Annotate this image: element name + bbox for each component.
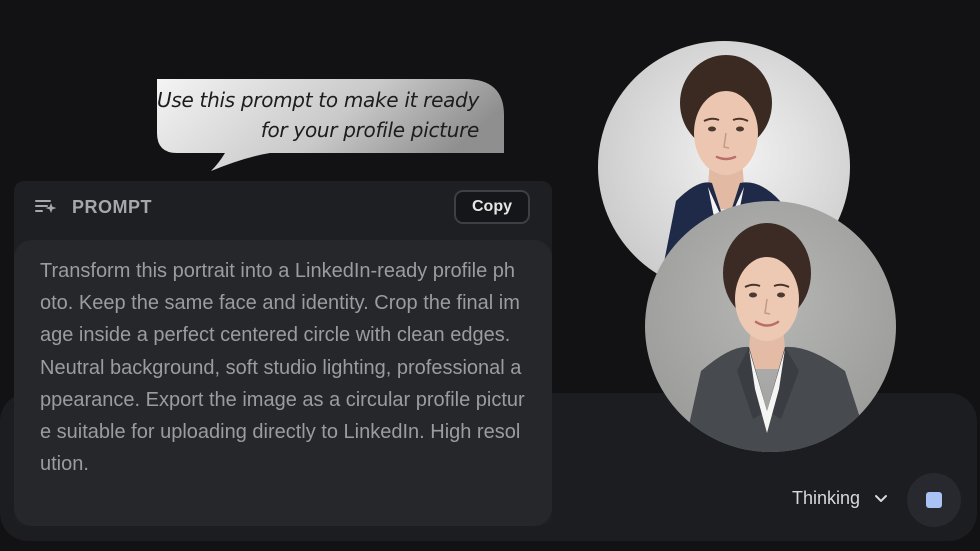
prompt-header: PROMPT Copy xyxy=(14,181,552,237)
thinking-mode-selector[interactable]: Thinking xyxy=(792,488,888,509)
prompt-title: PROMPT xyxy=(72,197,153,217)
stop-icon xyxy=(926,492,942,508)
stop-button[interactable] xyxy=(907,473,961,527)
copy-button[interactable]: Copy xyxy=(454,190,530,224)
speech-bubble: Use this prompt to make it ready for you… xyxy=(155,77,505,173)
speech-bubble-text: Use this prompt to make it ready for you… xyxy=(157,85,479,145)
chevron-down-icon xyxy=(875,495,887,502)
bubble-line-1: Use this prompt to make it ready xyxy=(157,88,479,112)
prompt-text: Transform this portrait into a LinkedIn-… xyxy=(40,260,525,476)
linkedin-portrait xyxy=(645,201,896,452)
prompt-body: Transform this portrait into a LinkedIn-… xyxy=(14,240,552,526)
bubble-line-2: for your profile picture xyxy=(260,118,480,142)
prompt-sparkle-icon xyxy=(35,200,57,213)
thinking-mode-label: Thinking xyxy=(791,488,860,508)
prompt-card: PROMPT Copy Transform this portrait into… xyxy=(14,181,552,526)
